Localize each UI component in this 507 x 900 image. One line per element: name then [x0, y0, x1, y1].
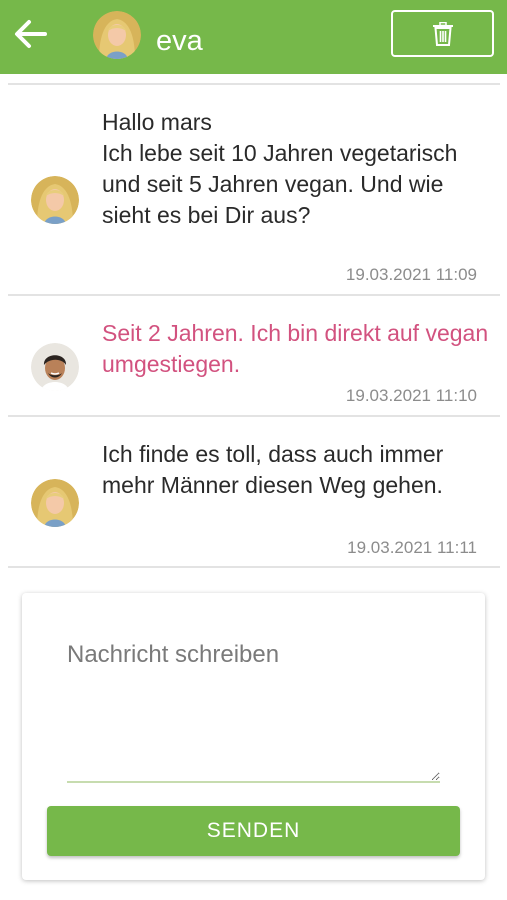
message-input[interactable] — [67, 633, 440, 783]
app-header: eva — [0, 0, 507, 74]
message-timestamp: 19.03.2021 11:10 — [345, 386, 477, 405]
send-button[interactable]: SENDEN — [47, 806, 460, 856]
message-text: Seit 2 Jahren. Ich bin direkt auf vegan … — [102, 320, 489, 377]
message-timestamp: 19.03.2021 11:09 — [345, 265, 477, 284]
divider — [8, 415, 500, 417]
contact-avatar[interactable] — [93, 11, 141, 59]
contact-avatar[interactable] — [31, 176, 79, 224]
divider — [8, 294, 500, 296]
own-avatar[interactable] — [31, 343, 79, 391]
message-text: Ich finde es toll, dass auch immer mehr … — [102, 441, 444, 498]
arrow-left-icon — [15, 20, 47, 48]
message-text: Hallo mars Ich lebe seit 10 Jahren veget… — [102, 109, 458, 228]
divider — [8, 566, 500, 568]
trash-icon — [432, 21, 453, 46]
divider — [8, 83, 500, 85]
contact-avatar[interactable] — [31, 479, 79, 527]
message-timestamp: 19.03.2021 11:11 — [347, 538, 477, 557]
back-button[interactable] — [10, 14, 50, 54]
contact-name: eva — [156, 25, 203, 57]
delete-chat-button[interactable] — [391, 10, 494, 57]
compose-card: SENDEN — [22, 593, 485, 880]
